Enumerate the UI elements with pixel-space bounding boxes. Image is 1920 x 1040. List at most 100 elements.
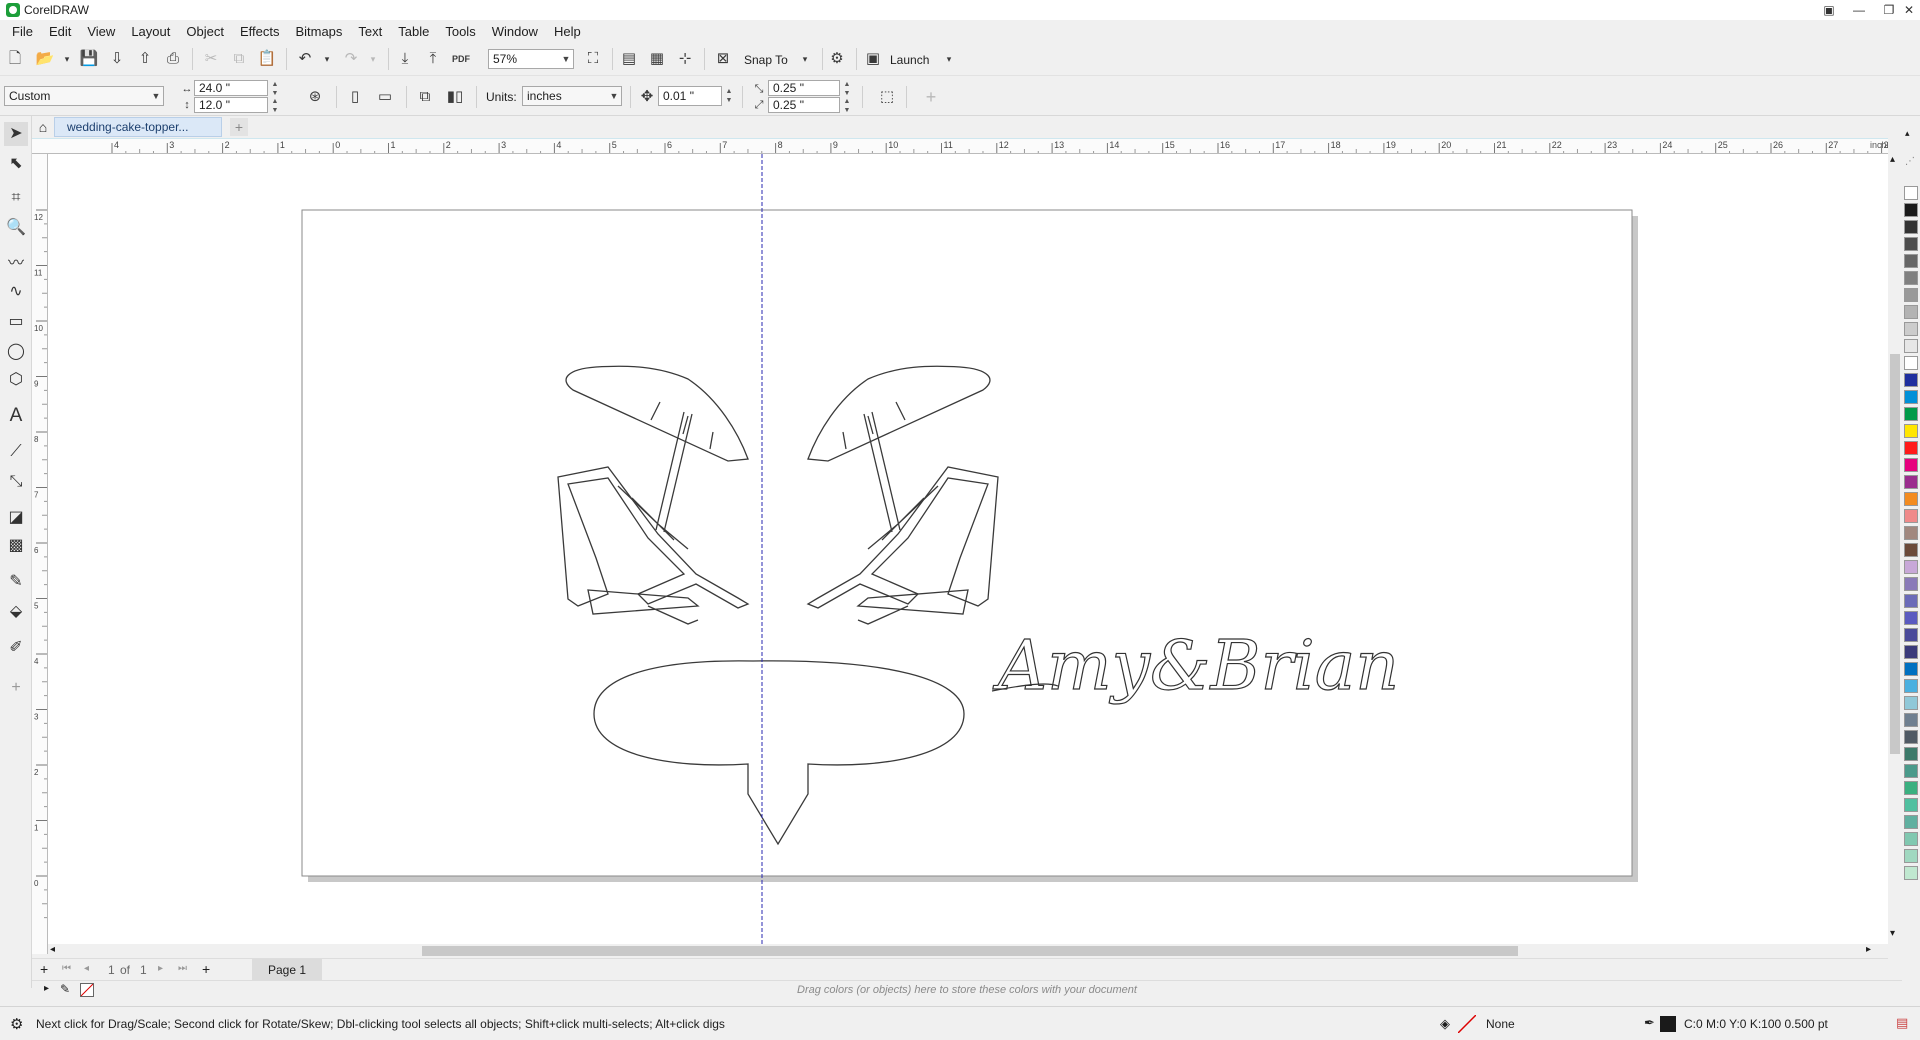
drawing-canvas[interactable]: Amy&Brian [48, 154, 1888, 944]
units-dropdown[interactable]: inches ▼ [522, 86, 622, 106]
palette-swatch[interactable] [1904, 322, 1918, 336]
print-icon[interactable]: ⎙ [162, 48, 184, 70]
add-page-before-icon[interactable]: + [40, 961, 48, 977]
palette-swatch[interactable] [1904, 628, 1918, 642]
snap-to-label[interactable]: Snap To [744, 53, 788, 67]
palette-swatch[interactable] [1904, 220, 1918, 234]
duplicate-y-spinner[interactable]: ▲ ▼ [842, 97, 852, 115]
redo-icon[interactable]: ↷ [340, 48, 362, 70]
palette-swatch[interactable] [1904, 730, 1918, 744]
export-icon[interactable]: ⤒ [422, 48, 444, 70]
palette-swatch[interactable] [1904, 611, 1918, 625]
palette-swatch[interactable] [1904, 305, 1918, 319]
options-gear-icon[interactable]: ⚙ [826, 48, 848, 70]
palette-swatch[interactable] [1904, 781, 1918, 795]
duplicate-x-spinner[interactable]: ▲ ▼ [842, 80, 852, 98]
palette-swatch[interactable] [1904, 441, 1918, 455]
shape-tool-icon[interactable]: ⬉ [4, 152, 28, 176]
menu-layout[interactable]: Layout [123, 24, 178, 39]
palette-swatch[interactable] [1904, 560, 1918, 574]
page-preset-chevron-icon[interactable]: ▼ [149, 87, 163, 105]
menu-text[interactable]: Text [350, 24, 390, 39]
page-width-spinner[interactable]: ▲ ▼ [270, 80, 280, 98]
parallel-dimension-tool-icon[interactable]: ⟋ [4, 440, 28, 464]
copy-icon[interactable]: ⧉ [228, 48, 250, 70]
status-settings-gear-icon[interactable]: ⚙ [10, 1015, 23, 1033]
minimize-button[interactable]: — [1844, 0, 1874, 20]
launch-app-icon[interactable]: ▣ [862, 48, 884, 70]
first-page-icon[interactable]: ⏮ [62, 963, 71, 974]
vertical-ruler[interactable]: 12 11 10 9 8 7 6 5 4 3 2 1 0 [32, 154, 48, 954]
ellipse-tool-icon[interactable]: ◯ [4, 340, 28, 364]
next-page-icon[interactable]: ▸ [158, 963, 163, 974]
page-1-tab[interactable]: Page 1 [252, 959, 322, 981]
zoom-to-page-icon[interactable]: ⛶ [582, 48, 604, 70]
vertical-scrollbar[interactable]: ▴ ▾ [1888, 154, 1902, 944]
scroll-down-arrow-icon[interactable]: ▾ [1890, 928, 1895, 939]
menu-tools[interactable]: Tools [437, 24, 483, 39]
import-icon[interactable]: ⤓ [394, 48, 416, 70]
outline-color-swatch[interactable] [1660, 1016, 1676, 1032]
palette-swatch[interactable] [1904, 543, 1918, 557]
smart-fill-tool-icon[interactable]: ✐ [4, 636, 28, 660]
vertical-scroll-thumb[interactable] [1890, 354, 1900, 754]
show-guidelines-icon[interactable]: ⊹ [674, 48, 696, 70]
portrait-orientation-icon[interactable]: ▯ [344, 86, 366, 108]
launch-dropdown-chevron-icon[interactable]: ▾ [938, 48, 960, 70]
palette-options-icon[interactable]: ⋰ [1905, 156, 1915, 167]
rectangle-tool-icon[interactable]: ▭ [4, 310, 28, 334]
palette-swatch[interactable] [1904, 356, 1918, 370]
cloud-upload-icon[interactable]: ⇧ [134, 48, 156, 70]
fill-none-swatch-icon[interactable] [1457, 1014, 1477, 1034]
horizontal-scroll-thumb[interactable] [422, 946, 1518, 956]
eyedropper-tool-icon[interactable]: ✎ [4, 570, 28, 594]
menu-bitmaps[interactable]: Bitmaps [287, 24, 350, 39]
menu-effects[interactable]: Effects [232, 24, 288, 39]
palette-swatch[interactable] [1904, 339, 1918, 353]
palette-swatch[interactable] [1904, 237, 1918, 251]
palette-swatch[interactable] [1904, 747, 1918, 761]
palette-swatch[interactable] [1904, 866, 1918, 880]
palette-swatch[interactable] [1904, 696, 1918, 710]
palette-swatch[interactable] [1904, 815, 1918, 829]
last-page-icon[interactable]: ⏭ [178, 963, 187, 974]
scroll-up-arrow-icon[interactable]: ▴ [1890, 154, 1895, 165]
connector-tool-icon[interactable]: ⤡ [4, 470, 28, 494]
zoom-level-field[interactable]: 57% ▼ [488, 49, 574, 69]
palette-swatch[interactable] [1904, 492, 1918, 506]
menu-window[interactable]: Window [484, 24, 546, 39]
transparency-tool-icon[interactable]: ▩ [4, 534, 28, 558]
current-page-icon[interactable]: ▮▯ [444, 86, 466, 108]
menu-edit[interactable]: Edit [41, 24, 79, 39]
script-names-text[interactable]: Amy&Brian [991, 626, 1399, 706]
cut-icon[interactable]: ✂ [200, 48, 222, 70]
menu-view[interactable]: View [79, 24, 123, 39]
palette-swatch[interactable] [1904, 509, 1918, 523]
text-tool-icon[interactable]: A [4, 404, 28, 428]
landscape-orientation-icon[interactable]: ▭ [374, 86, 396, 108]
palette-swatch[interactable] [1904, 475, 1918, 489]
new-tab-button[interactable]: + [230, 118, 248, 136]
scroll-right-arrow-icon[interactable]: ▸ [1866, 944, 1871, 955]
palette-swatch[interactable] [1904, 577, 1918, 591]
add-tool-icon[interactable]: + [4, 676, 28, 700]
palette-scroll-up-icon[interactable]: ▴ [1905, 128, 1910, 139]
palette-swatch[interactable] [1904, 373, 1918, 387]
units-chevron-icon[interactable]: ▼ [607, 87, 621, 105]
open-folder-icon[interactable]: 📂 [34, 48, 56, 70]
pick-tool-icon[interactable]: ➤ [4, 122, 28, 146]
polygon-tool-icon[interactable]: ⬡ [4, 368, 28, 392]
all-pages-icon[interactable]: ⧉ [414, 86, 436, 108]
page-border[interactable] [301, 209, 1633, 877]
drop-shadow-tool-icon[interactable]: ◪ [4, 506, 28, 530]
palette-swatch[interactable] [1904, 203, 1918, 217]
tray-icon[interactable]: ▣ [1814, 0, 1844, 20]
menu-table[interactable]: Table [390, 24, 437, 39]
color-proof-icon[interactable]: ▤ [1896, 1015, 1908, 1031]
export-pdf-icon[interactable]: PDF [450, 48, 472, 70]
menu-object[interactable]: Object [178, 24, 232, 39]
palette-swatch[interactable] [1904, 271, 1918, 285]
palette-swatch[interactable] [1904, 662, 1918, 676]
launch-label[interactable]: Launch [890, 53, 929, 67]
palette-swatch[interactable] [1904, 407, 1918, 421]
